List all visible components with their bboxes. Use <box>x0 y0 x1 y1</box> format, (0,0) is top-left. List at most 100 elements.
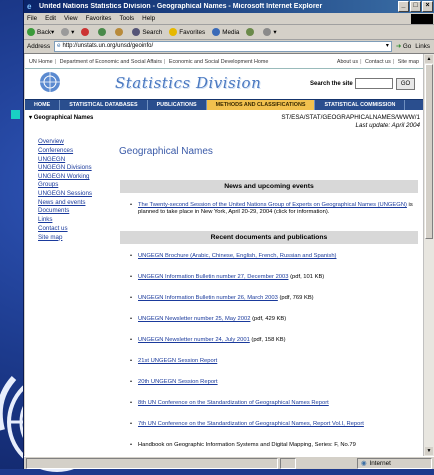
favorites-button[interactable]: Favorites <box>169 28 205 36</box>
sidebar-item-conferences[interactable]: Conferences <box>38 147 98 155</box>
doc-link[interactable]: UNGEGN Newsletter number 25, May 2002 <box>138 316 250 322</box>
page-title: Geographical Names <box>119 146 213 157</box>
go-button[interactable]: ➜ Go <box>396 43 411 50</box>
un-logo-icon[interactable] <box>39 71 61 93</box>
sidebar-item-sessions[interactable]: UNGEGN Sessions <box>38 190 98 198</box>
back-button[interactable]: Back ▾ <box>27 28 54 36</box>
search-button[interactable]: Search <box>132 28 162 36</box>
refresh-icon <box>98 28 107 36</box>
list-item: UNGEGN Information Bulletin number 27, D… <box>130 274 418 295</box>
sidebar-item-sitemap[interactable]: Site map <box>38 234 98 242</box>
star-icon <box>169 28 178 36</box>
path-code: ST/ESA/STAT/GEOGRAPHICALNAMES/WWW/1 <box>281 114 420 121</box>
main-content: Geographical Names News and upcoming eve… <box>118 138 418 456</box>
sidebar: Overview Conferences UNGEGN UNGEGN Divis… <box>38 138 98 243</box>
media-button[interactable]: Media <box>212 28 239 36</box>
search-input[interactable] <box>355 78 393 89</box>
sidebar-item-contact[interactable]: Contact us <box>38 225 98 233</box>
nav-publications[interactable]: PUBLICATIONS <box>148 100 207 110</box>
stop-button[interactable] <box>81 28 91 36</box>
maximize-button[interactable]: □ <box>410 1 421 12</box>
doc-link[interactable]: UNGEGN Brochure (Arabic, Chinese, Englis… <box>138 253 336 259</box>
history-icon <box>246 28 255 36</box>
link-about-us[interactable]: About us <box>337 59 358 65</box>
nav-methods[interactable]: METHODS AND CLASSIFICATIONS <box>206 100 316 110</box>
site-brand: Statistics Division <box>115 74 262 92</box>
nav-commission[interactable]: STATISTICAL COMMISSION <box>315 100 406 110</box>
link-economic-home[interactable]: Economic and Social Development Home <box>169 59 268 65</box>
back-arrow-icon <box>27 28 35 36</box>
refresh-button[interactable] <box>98 28 108 36</box>
news-link[interactable]: The Twenty-second Session of the United … <box>138 202 407 208</box>
link-un-home[interactable]: UN Home <box>29 59 53 65</box>
link-desa[interactable]: Department of Economic and Social Affair… <box>60 59 162 65</box>
breadcrumb: ▾ Geographical Names ST/ESA/STAT/GEOGRAP… <box>25 110 423 132</box>
mail-button[interactable]: ▾ <box>263 28 277 36</box>
windows-flag-icon <box>411 13 433 24</box>
vertical-scrollbar[interactable]: ▲ ▼ <box>423 54 434 456</box>
doc-link[interactable]: 20th UNGEGN Session Report <box>138 379 218 385</box>
sidebar-item-documents[interactable]: Documents <box>38 207 98 215</box>
menu-edit[interactable]: Edit <box>45 15 56 22</box>
doc-link[interactable]: UNGEGN Information Bulletin number 27, D… <box>138 274 288 280</box>
menu-favorites[interactable]: Favorites <box>86 15 112 22</box>
list-item: 8th UN Conference on the Standardization… <box>130 400 418 421</box>
sidebar-item-news[interactable]: News and events <box>38 199 98 207</box>
address-input[interactable]: e http://unstats.un.org/unsd/geoinfo/ ▾ <box>54 41 392 52</box>
title-bar[interactable]: e United Nations Statistics Division - G… <box>24 0 434 13</box>
sidebar-item-overview[interactable]: Overview <box>38 138 98 146</box>
nav-databases[interactable]: STATISTICAL DATABASES <box>60 100 148 110</box>
list-item: Handbook on Geographic Information Syste… <box>130 442 418 456</box>
sidebar-item-ungegn[interactable]: UNGEGN <box>38 156 98 164</box>
sidebar-item-divisions[interactable]: UNGEGN Divisions <box>38 164 98 172</box>
list-item: UNGEGN Newsletter number 25, May 2002 (p… <box>130 316 418 337</box>
forward-button[interactable]: ▾ <box>61 28 74 36</box>
toolbar: Back ▾ ▾ Search Favorites Media ▾ <box>24 25 434 40</box>
window-title: United Nations Statistics Division - Geo… <box>39 3 323 10</box>
stop-icon <box>81 28 90 36</box>
status-bar: ◉ Internet <box>24 456 434 470</box>
doc-link[interactable]: 7th UN Conference on the Standardization… <box>138 421 364 427</box>
doc-link[interactable]: 21st UNGEGN Session Report <box>138 358 217 364</box>
scroll-up-icon[interactable]: ▲ <box>425 55 433 63</box>
menu-file[interactable]: File <box>27 15 37 22</box>
minimize-button[interactable]: _ <box>398 1 409 12</box>
docs-list: UNGEGN Brochure (Arabic, Chinese, Englis… <box>118 253 418 456</box>
nav-home[interactable]: HOME <box>25 100 61 110</box>
doc-link[interactable]: UNGEGN Newsletter number 24, July 2001 <box>138 337 250 343</box>
home-button[interactable] <box>115 28 125 36</box>
links-button[interactable]: Links <box>415 43 430 50</box>
sidebar-item-links[interactable]: Links <box>38 216 98 224</box>
list-item: 21st UNGEGN Session Report <box>130 358 418 379</box>
menu-view[interactable]: View <box>64 15 78 22</box>
chevron-down-icon[interactable]: ▾ <box>386 42 389 51</box>
page-icon: e <box>57 43 61 49</box>
sidebar-item-working-groups[interactable]: UNGEGN Working Groups <box>38 173 98 189</box>
address-label: Address <box>27 43 51 50</box>
menu-help[interactable]: Help <box>142 15 155 22</box>
top-links: UN Home | Department of Economic and Soci… <box>25 54 423 69</box>
search-go-button[interactable]: GO <box>396 78 415 90</box>
doc-link[interactable]: UNGEGN Information Bulletin number 26, M… <box>138 295 278 301</box>
home-icon <box>115 28 124 36</box>
menu-tools[interactable]: Tools <box>119 15 134 22</box>
page-viewport: UN Home | Department of Economic and Soci… <box>25 54 423 456</box>
docs-heading: Recent documents and publications <box>120 231 418 244</box>
doc-path: ST/ESA/STAT/GEOGRAPHICALNAMES/WWW/1 Last… <box>281 114 420 130</box>
globe-icon: ◉ <box>361 460 367 467</box>
teal-marker <box>11 110 20 119</box>
scroll-thumb[interactable] <box>425 64 433 239</box>
close-button[interactable]: × <box>422 1 433 12</box>
site-header: Statistics Division Search the site GO <box>25 69 423 99</box>
list-item: 20th UNGEGN Session Report <box>130 379 418 400</box>
scroll-down-icon[interactable]: ▼ <box>425 447 433 455</box>
address-bar: Address e http://unstats.un.org/unsd/geo… <box>24 40 434 54</box>
status-text <box>26 458 278 469</box>
doc-link[interactable]: 8th UN Conference on the Standardization… <box>138 400 329 406</box>
history-button[interactable] <box>246 28 256 36</box>
security-zone: ◉ Internet <box>357 458 432 469</box>
link-site-map[interactable]: Site map <box>398 59 419 65</box>
link-contact-us[interactable]: Contact us <box>365 59 391 65</box>
forward-arrow-icon <box>61 28 70 36</box>
news-item: The Twenty-second Session of the United … <box>130 202 418 216</box>
